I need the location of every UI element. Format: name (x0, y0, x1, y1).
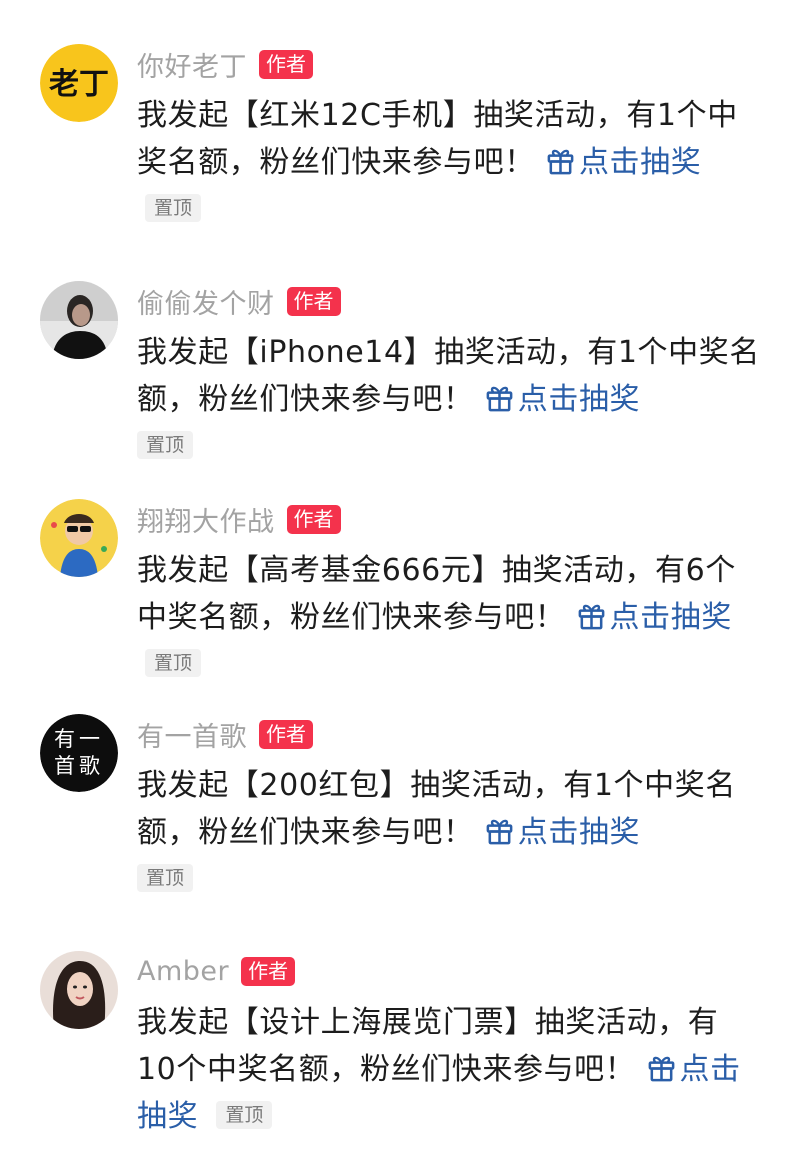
cutoff-row (137, 912, 777, 924)
gift-icon (578, 604, 604, 630)
comment-text: 我发起【红米12C手机】抽奖活动，有1个中奖名额，粉丝们快来参与吧！ 点击抽奖 … (137, 92, 757, 233)
lottery-link[interactable]: 点击抽奖 (545, 145, 701, 180)
avatar[interactable] (40, 281, 118, 359)
username[interactable]: 你好老丁 (137, 45, 247, 84)
author-badge: 作者 (259, 719, 313, 749)
gift-icon (486, 819, 513, 845)
comment-message: 我发起【iPhone14】抽奖活动，有1个中奖名额，粉丝们快来参与吧！ (137, 335, 760, 417)
avatar[interactable] (40, 499, 118, 577)
pinned-tag: 置顶 (137, 431, 194, 459)
avatar-text: 有一首歌 (54, 727, 104, 778)
avatar[interactable] (40, 951, 118, 1029)
username[interactable]: 有一首歌 (137, 715, 247, 754)
username[interactable]: 翔翔大作战 (137, 500, 275, 539)
pinned-tag: 置顶 (145, 194, 202, 222)
comment-message: 我发起【设计上海展览门票】抽奖活动，有10个中奖名额，粉丝们快来参与吧！ (137, 1005, 719, 1087)
lottery-link[interactable]: 点击抽奖 (484, 815, 640, 850)
pinned-tag: 置顶 (145, 649, 202, 677)
gift-icon (648, 1056, 674, 1082)
username[interactable]: Amber (137, 956, 229, 987)
author-badge: 作者 (286, 504, 341, 534)
comment-text: 我发起【200红包】抽奖活动，有1个中奖名额，粉丝们快来参与吧！ 点击抽奖 置顶 (137, 762, 747, 903)
avatar-text: 老丁 (49, 67, 109, 102)
comment-message: 我发起【200红包】抽奖活动，有1个中奖名额，粉丝们快来参与吧！ (137, 768, 736, 850)
username[interactable]: 偷偷发个财 (137, 282, 275, 321)
comment-text: 我发起【iPhone14】抽奖活动，有1个中奖名额，粉丝们快来参与吧！ 点击抽奖… (137, 329, 777, 470)
comment-text: 我发起【高考基金666元】抽奖活动，有6个中奖名额，粉丝们快来参与吧！ 点击抽奖… (137, 547, 757, 688)
gift-icon (547, 149, 574, 175)
gift-icon (486, 386, 513, 412)
author-badge: 作者 (259, 49, 313, 79)
lottery-link[interactable]: 点击抽奖 (484, 382, 640, 417)
lottery-link[interactable]: 点击抽奖 (576, 600, 732, 635)
lottery-link-label[interactable]: 点击抽奖 (518, 382, 640, 417)
lottery-link-label[interactable]: 点击抽奖 (518, 815, 640, 850)
avatar[interactable]: 有一首歌 (40, 714, 118, 792)
pinned-tag: 置顶 (137, 864, 194, 892)
author-badge: 作者 (286, 286, 341, 316)
lottery-link-label[interactable]: 点击抽奖 (579, 145, 701, 180)
comment-text: 我发起【设计上海展览门票】抽奖活动，有10个中奖名额，粉丝们快来参与吧！ 点击抽… (137, 999, 747, 1140)
pinned-tag: 置顶 (216, 1101, 273, 1129)
lottery-link-label[interactable]: 点击抽奖 (610, 600, 732, 635)
avatar[interactable]: 老丁 (40, 44, 118, 122)
author-badge: 作者 (241, 956, 296, 986)
